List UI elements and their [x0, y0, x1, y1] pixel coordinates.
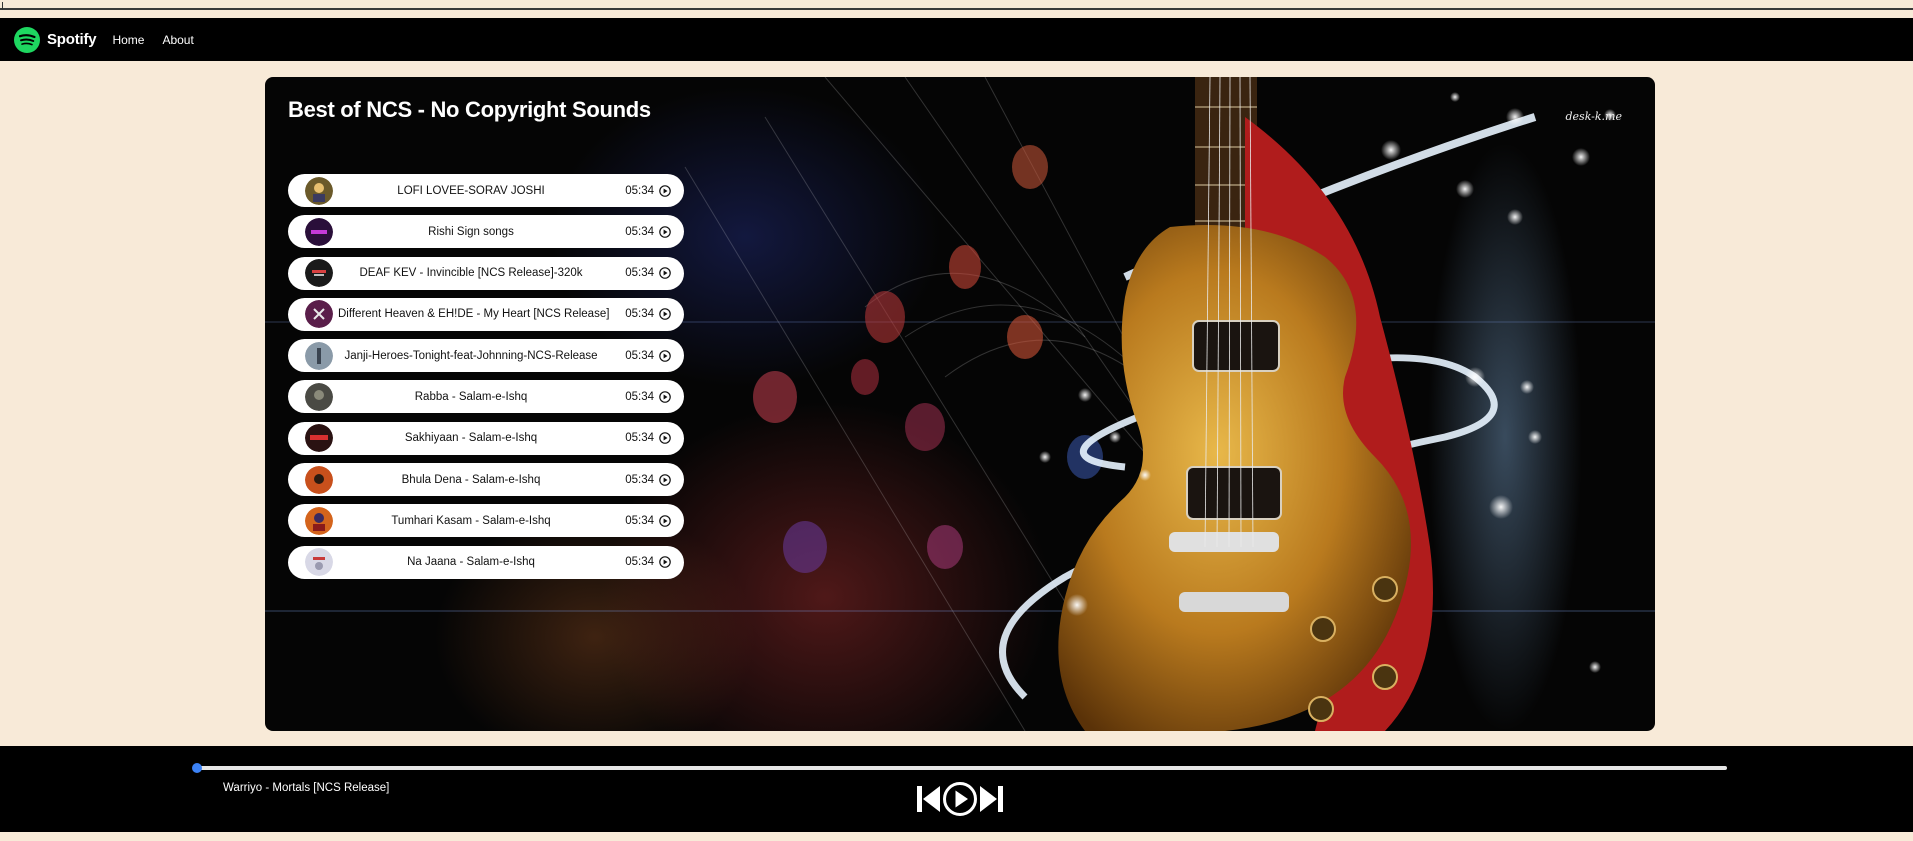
progress-thumb[interactable] — [192, 763, 202, 773]
song-name: Rabba - Salam-e-Ishq — [414, 390, 528, 403]
play-circle-icon[interactable] — [659, 308, 671, 321]
song-item[interactable]: Bhula Dena - Salam-e-Ishq 05:34 — [288, 463, 684, 497]
song-item[interactable]: Tumhari Kasam - Salam-e-Ishq 05:34 — [288, 504, 684, 538]
song-duration: 05:34 — [625, 308, 654, 321]
nav-about-link[interactable]: About — [162, 33, 193, 47]
current-song-name: Warriyo - Mortals [NCS Release] — [223, 782, 390, 794]
skip-previous-icon[interactable] — [916, 783, 941, 815]
song-item[interactable]: Janji-Heroes-Tonight-feat-Johnning-NCS-R… — [288, 339, 684, 373]
song-cover-image — [305, 465, 333, 494]
playlist-container: Best of NCS - No Copyright Sounds desk-k… — [265, 77, 1655, 731]
play-circle-icon[interactable] — [659, 432, 671, 445]
song-name: Tumhari Kasam - Salam-e-Ishq — [391, 514, 551, 527]
play-circle-icon[interactable] — [659, 184, 671, 197]
play-circle-icon[interactable] — [659, 556, 671, 568]
playlist-title: Best of NCS - No Copyright Sounds — [288, 97, 651, 122]
song-duration: 05:34 — [625, 225, 654, 238]
navbar: Spotify Home About — [0, 18, 1913, 61]
play-circle-icon[interactable] — [659, 267, 671, 279]
strip-mark — [2, 2, 3, 10]
song-name: Rishi Sign songs — [428, 225, 514, 238]
song-item[interactable]: Different Heaven & EH!DE - My Heart [NCS… — [288, 297, 684, 331]
song-name: Janji-Heroes-Tonight-feat-Johnning-NCS-R… — [344, 349, 598, 362]
song-name: Different Heaven & EH!DE - My Heart [NCS… — [338, 308, 610, 321]
song-duration: 05:34 — [625, 184, 654, 197]
play-circle-icon[interactable] — [659, 349, 671, 362]
song-cover-image — [305, 382, 333, 411]
song-cover-image — [305, 506, 333, 535]
song-name: LOFI LOVEE-SORAV JOSHI — [397, 184, 545, 197]
song-item[interactable]: LOFI LOVEE-SORAV JOSHI 05:34 — [288, 174, 684, 207]
song-cover-image — [305, 548, 333, 577]
spotify-icon — [14, 26, 40, 53]
song-cover-image — [305, 424, 333, 453]
song-cover-image — [305, 341, 333, 370]
song-item[interactable]: Sakhiyaan - Salam-e-Ishq 05:34 — [288, 421, 684, 455]
song-duration: 05:34 — [625, 349, 654, 362]
song-name: Sakhiyaan - Salam-e-Ishq — [404, 432, 538, 445]
brand-logo-link[interactable]: Spotify — [14, 26, 97, 53]
play-circle-icon[interactable] — [659, 225, 671, 238]
play-circle-icon[interactable] — [659, 515, 671, 527]
song-name: DEAF KEV - Invincible [NCS Release]-320k — [359, 267, 583, 280]
player-bar: Warriyo - Mortals [NCS Release] — [0, 746, 1913, 832]
top-strip — [0, 0, 1913, 10]
play-circle-icon[interactable] — [659, 391, 671, 403]
song-list: LOFI LOVEE-SORAV JOSHI 05:34 Rishi Sign … — [288, 174, 684, 587]
song-cover-image — [305, 217, 333, 246]
song-cover-image — [305, 259, 333, 288]
song-duration: 05:34 — [625, 514, 654, 527]
song-item[interactable]: DEAF KEV - Invincible [NCS Release]-320k… — [288, 256, 684, 290]
song-cover-image — [305, 300, 333, 329]
play-circle-icon[interactable] — [942, 781, 978, 817]
skip-next-icon[interactable] — [979, 783, 1004, 815]
play-circle-icon[interactable] — [659, 473, 671, 486]
song-cover-image — [305, 176, 333, 205]
song-item[interactable]: Na Jaana - Salam-e-Ishq 05:34 — [288, 545, 684, 579]
image-watermark: desk-k.me — [1565, 110, 1623, 123]
song-name: Na Jaana - Salam-e-Ishq — [407, 556, 535, 569]
song-duration: 05:34 — [625, 390, 654, 403]
progress-bar[interactable] — [192, 763, 1727, 773]
playback-controls — [916, 781, 1004, 817]
song-duration: 05:34 — [625, 432, 654, 445]
brand-name: Spotify — [47, 31, 97, 48]
song-item[interactable]: Rabba - Salam-e-Ishq 05:34 — [288, 380, 684, 414]
song-duration: 05:34 — [625, 556, 654, 569]
song-duration: 05:34 — [625, 473, 654, 486]
bottom-strip — [0, 832, 1913, 841]
song-name: Bhula Dena - Salam-e-Ishq — [401, 473, 541, 486]
nav-home-link[interactable]: Home — [112, 33, 144, 47]
song-duration: 05:34 — [625, 267, 654, 280]
song-item[interactable]: Rishi Sign songs 05:34 — [288, 215, 684, 249]
